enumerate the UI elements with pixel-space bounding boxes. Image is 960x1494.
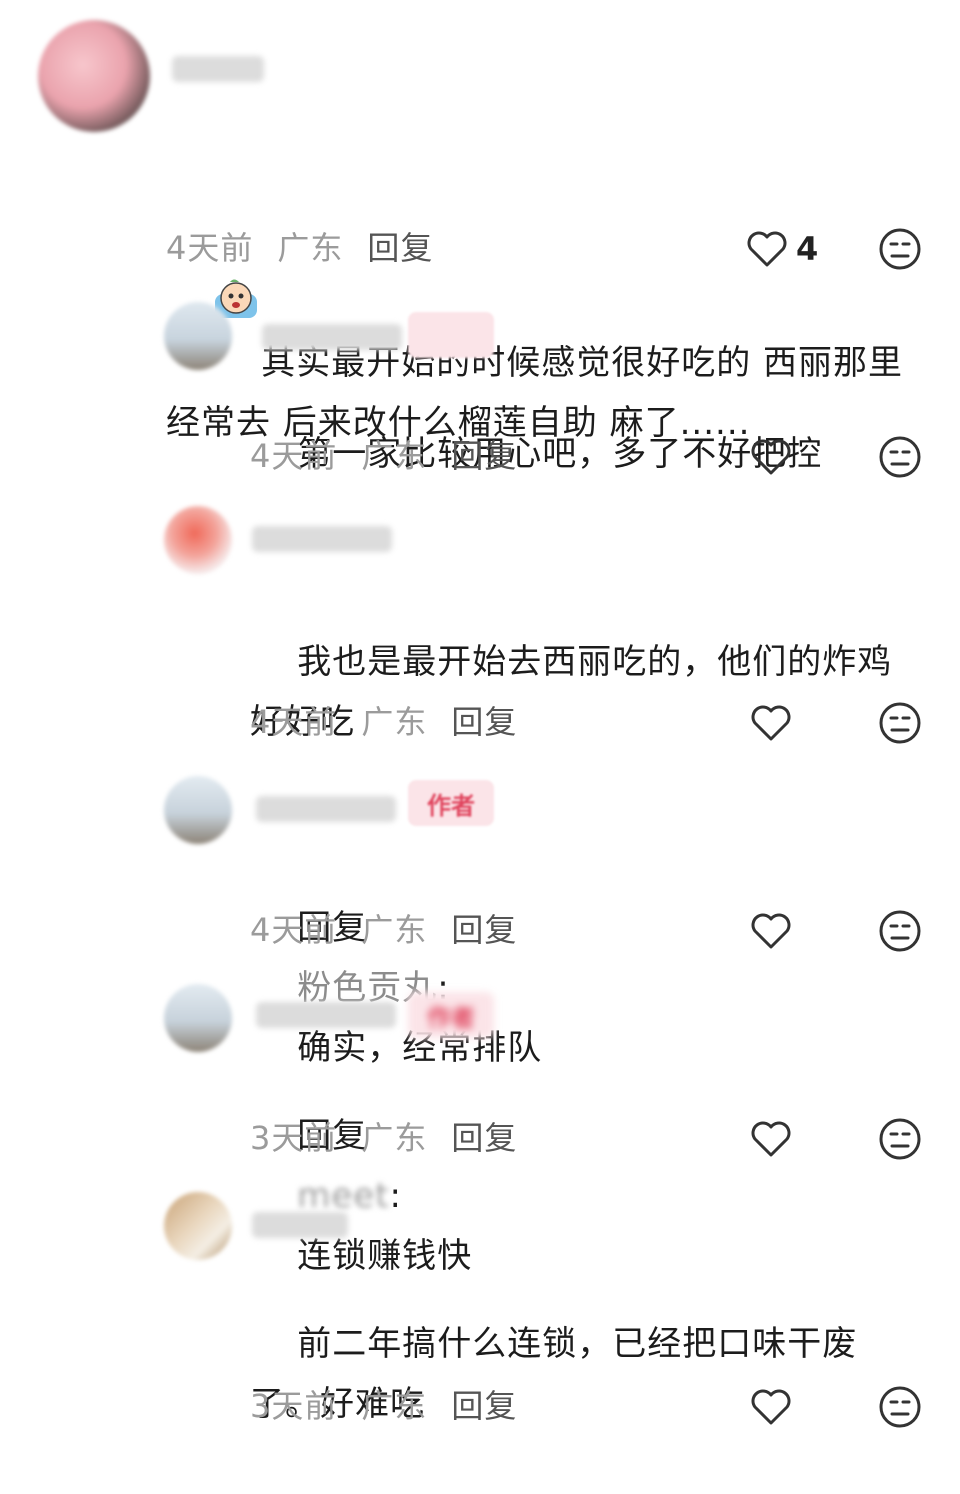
dislike-button[interactable] [878,1385,922,1429]
comment-meta: 4天前 广东 回复 [250,700,541,744]
comment-location: 广东 [361,1387,428,1425]
reply-item: 我也是最开始去西丽吃的，他们的炸鸡 好好吃 4天前 广东 回复 [0,500,960,770]
comment-meta: 3天前 广东 回复 [250,1116,541,1160]
comment-time: 4天前 [250,703,338,741]
avatar[interactable] [164,506,232,574]
username-blurred[interactable] [172,56,264,82]
like-button[interactable] [750,906,792,956]
neutral-face-icon [879,1386,921,1428]
avatar[interactable] [164,302,232,370]
dislike-button[interactable] [878,435,922,479]
neutral-face-icon [879,910,921,952]
neutral-face-icon [879,228,921,270]
comment-location: 广东 [277,229,344,267]
avatar[interactable] [164,1192,232,1260]
comment-location: 广东 [361,437,428,475]
reply-item: 第一家比较用心吧，多了不好把控 4天前 广东 回复 [0,290,960,500]
author-tag: 作者 [408,992,494,1038]
username-blurred[interactable] [252,526,392,552]
author-tag-blurred [408,312,494,358]
comment-meta: 4天前 广东 回复 [166,226,457,270]
dislike-button[interactable] [878,1117,922,1161]
reply-button[interactable]: 回复 [451,1119,517,1157]
comment-text: 前二年搞什么连锁，已经把口味干废 了。好难吃 [250,1324,858,1424]
like-button[interactable]: 4 [746,224,818,274]
comment-time: 4天前 [250,437,338,475]
reply-item: 作者 回复 粉色贡丸: 确实，经常排队 4天前 广东 回复 [0,770,960,1068]
reply-button[interactable]: 回复 [451,703,517,741]
reply-button[interactable]: 回复 [451,911,517,949]
comment-time: 4天前 [250,911,338,949]
comment-time: 4天前 [166,229,254,267]
heart-outline-icon [751,1389,791,1425]
like-button[interactable] [750,698,792,748]
heart-outline-icon [751,705,791,741]
heart-outline-icon [747,231,787,267]
username-blurred[interactable] [256,796,396,822]
avatar[interactable] [164,984,232,1052]
neutral-face-icon [879,702,921,744]
username-blurred[interactable] [262,324,402,350]
comment-meta: 3天前 广东 回复 [250,1384,541,1428]
comment-meta: 4天前 广东 回复 [250,908,541,952]
reply-button[interactable]: 回复 [451,437,517,475]
reply-item: 前二年搞什么连锁，已经把口味干废 了。好难吃 3天前 广东 回复 [0,1190,960,1480]
like-button[interactable] [750,1382,792,1432]
neutral-face-icon [879,1118,921,1160]
comment-meta: 4天前 广东 回复 [250,434,541,478]
comment-location: 广东 [361,911,428,949]
comment-location: 广东 [361,1119,428,1157]
heart-outline-icon [751,913,791,949]
heart-outline-icon [751,439,791,475]
comment-time: 3天前 [250,1119,338,1157]
like-button[interactable] [750,432,792,482]
dislike-button[interactable] [878,701,922,745]
comment-time: 3天前 [250,1387,338,1425]
comment-location: 广东 [361,703,428,741]
reply-button[interactable]: 回复 [451,1387,517,1425]
avatar[interactable] [38,20,150,132]
like-button[interactable] [750,1114,792,1164]
reply-item: 作者 回复 meet: 连锁赚钱快 3天前 广东 回复 [0,980,960,1276]
username-blurred[interactable] [252,1212,348,1238]
username-blurred[interactable] [256,1002,396,1028]
heart-outline-icon [751,1121,791,1157]
comment-item: 其实最开始的时候感觉很好吃的 西丽那里 经常去 后来改什么榴莲自助 麻了.....… [0,0,960,443]
author-tag: 作者 [408,780,494,826]
neutral-face-icon [879,436,921,478]
avatar[interactable] [164,776,232,844]
dislike-button[interactable] [878,227,922,271]
reply-button[interactable]: 回复 [367,229,433,267]
dislike-button[interactable] [878,909,922,953]
like-count: 4 [796,230,819,268]
crying-face-emoji [213,156,259,318]
